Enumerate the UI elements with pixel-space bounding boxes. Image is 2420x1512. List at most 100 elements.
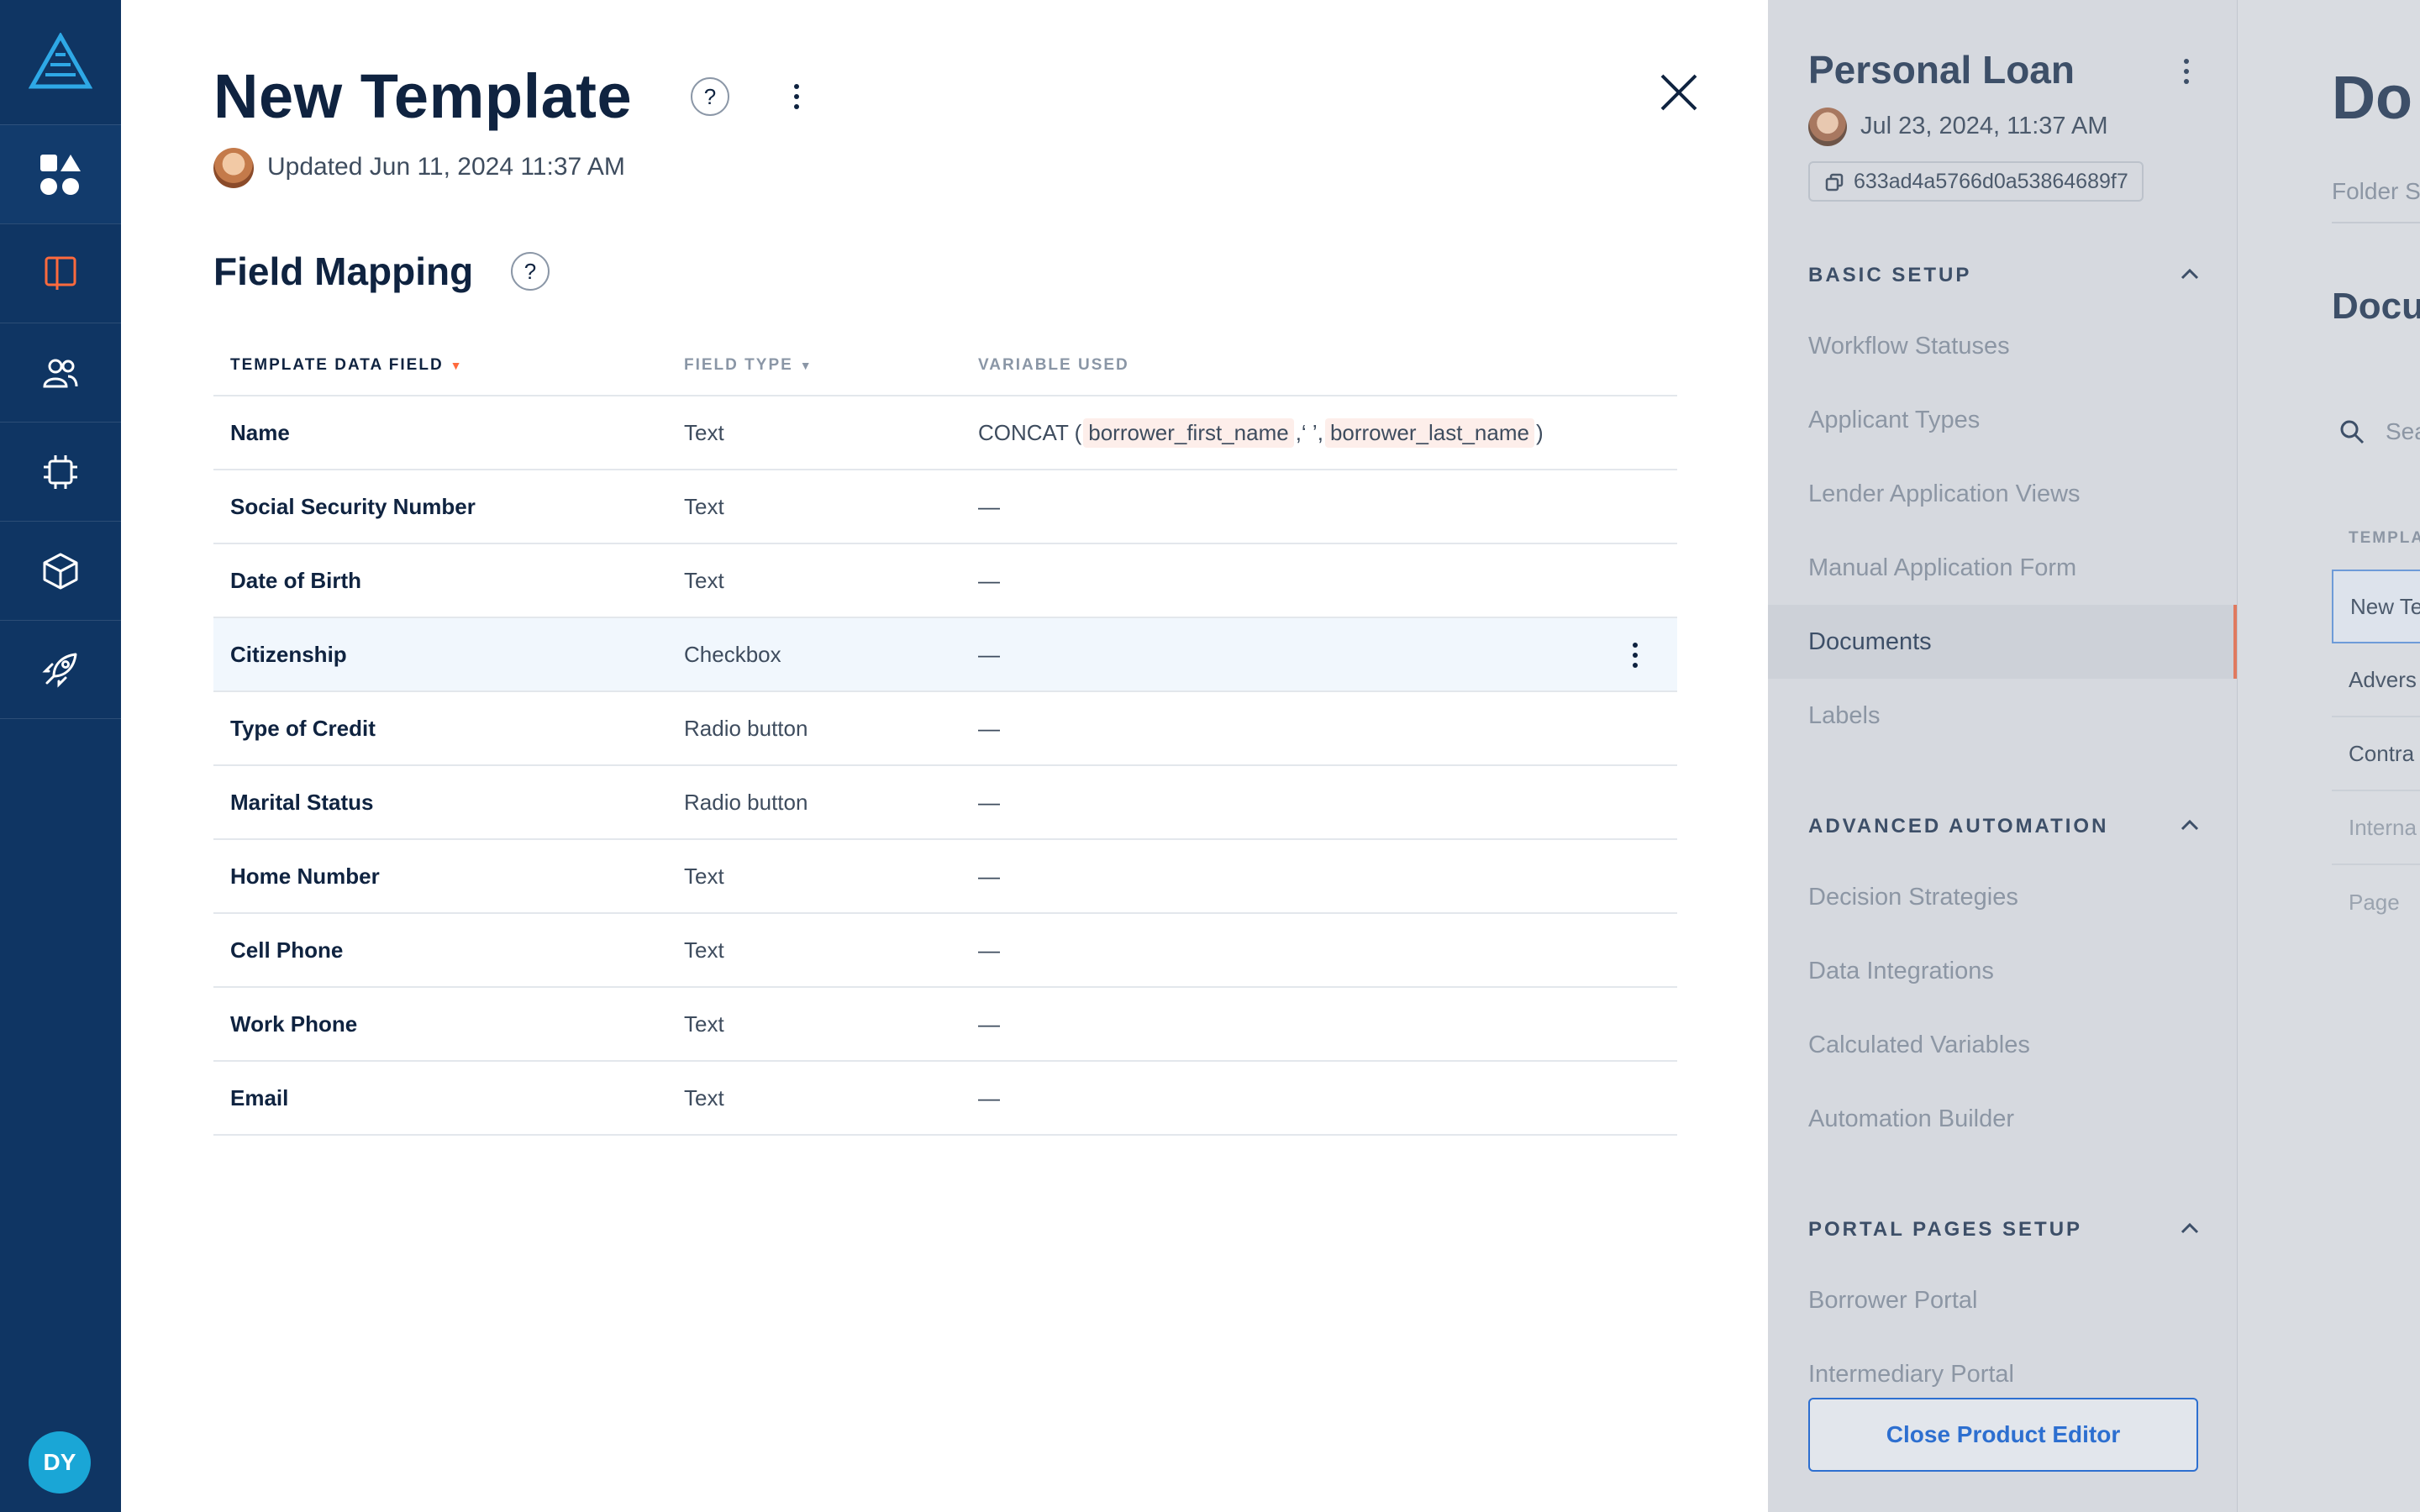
rail-item-launch[interactable] (0, 620, 121, 719)
field-type: Text (684, 419, 724, 445)
table-row[interactable]: Social Security Number Text — (213, 470, 1677, 544)
variable-used: — (978, 1011, 1000, 1037)
column-header-template: TEMPLA (2349, 529, 2420, 547)
template-more-button[interactable] (788, 82, 805, 111)
column-header-variable: VARIABLE USED (978, 356, 1129, 374)
table-row[interactable]: Name Text CONCAT ( borrower_first_name ,… (213, 396, 1677, 470)
field-name: Social Security Number (230, 493, 476, 519)
product-id-chip[interactable]: 633ad4a5766d0a53864689f7 (1808, 161, 2144, 202)
dot-icon (794, 84, 799, 89)
table-row[interactable]: Date of Birth Text — (213, 544, 1677, 618)
field-name: Date of Birth (230, 567, 361, 593)
nav-item-calculated-variables[interactable]: Calculated Variables (1808, 1032, 2030, 1059)
dot-icon (794, 104, 799, 109)
concat-close: ) (1535, 419, 1544, 445)
background-section-title: Docu (2332, 286, 2420, 327)
rail-item-products[interactable] (0, 521, 121, 620)
apps-icon (40, 154, 81, 195)
table-row[interactable]: Cell Phone Text — (213, 914, 1677, 988)
variable-chip: borrower_first_name (1083, 417, 1294, 448)
table-row[interactable]: Work Phone Text — (213, 988, 1677, 1062)
column-header-type[interactable]: FIELD TYPE ▼ (684, 356, 978, 375)
mapping-help-button[interactable]: ? (511, 252, 550, 291)
table-row[interactable]: Home Number Text — (213, 840, 1677, 914)
field-type: Text (684, 863, 724, 889)
field-name: Name (230, 419, 290, 445)
table-header: TEMPLATE DATA FIELD ▼ FIELD TYPE ▼ VARIABL… (213, 336, 1677, 396)
product-title: Personal Loan (1808, 48, 2075, 92)
dot-icon (794, 94, 799, 99)
sort-icon: ▼ (799, 359, 813, 372)
nav-item-workflow-statuses[interactable]: Workflow Statuses (1808, 333, 2010, 360)
rail-item-templates[interactable] (0, 223, 121, 323)
table-row[interactable]: Citizenship Checkbox — (213, 618, 1677, 692)
updated-timestamp: Updated Jun 11, 2024 11:37 AM (267, 153, 625, 181)
row-more-button[interactable] (1627, 641, 1644, 669)
search-icon (2340, 420, 2365, 444)
chevron-up-icon[interactable] (2180, 1221, 2200, 1235)
field-name: Citizenship (230, 641, 347, 667)
list-item[interactable]: New Te (2332, 570, 2420, 643)
background-page-title: Do (2332, 65, 2412, 132)
nav-item-borrower-portal[interactable]: Borrower Portal (1808, 1287, 1977, 1315)
rail-item-apps[interactable] (0, 124, 121, 223)
divider (2332, 222, 2420, 223)
table-row[interactable]: Type of Credit Radio button — (213, 692, 1677, 766)
user-avatar[interactable]: DY (29, 1431, 91, 1494)
nav-item-decision-strategies[interactable]: Decision Strategies (1808, 884, 2018, 911)
field-type: Radio button (684, 789, 808, 815)
field-type: Text (684, 493, 724, 519)
nav-item-manual-application-form[interactable]: Manual Application Form (1808, 554, 2076, 582)
product-editor-sidebar: Personal Loan Jul 23, 2024, 11:37 AM 633… (1768, 0, 2237, 1512)
nav-item-automation-builder[interactable]: Automation Builder (1808, 1105, 2014, 1133)
dot-icon (2184, 79, 2189, 84)
product-owner-avatar (1808, 108, 1847, 146)
column-header-field[interactable]: TEMPLATE DATA FIELD ▼ (213, 356, 684, 375)
list-item[interactable]: Page (2332, 865, 2420, 939)
rocket-icon (42, 653, 77, 688)
chevron-up-icon[interactable] (2180, 818, 2200, 832)
variable-used: — (978, 863, 1000, 889)
folder-selector[interactable]: Folder S (2332, 178, 2420, 205)
rail-item-users[interactable] (0, 323, 121, 422)
table-row[interactable]: Email Text — (213, 1062, 1677, 1136)
variable-chip: borrower_last_name (1324, 417, 1534, 448)
field-name: Home Number (230, 863, 380, 889)
logo-icon (29, 33, 92, 89)
close-icon[interactable] (1655, 69, 1702, 116)
rail-item-integrations[interactable] (0, 422, 121, 521)
book-icon (45, 256, 76, 290)
nav-item-labels[interactable]: Labels (1808, 702, 1880, 730)
nav-item-intermediary-portal[interactable]: Intermediary Portal (1808, 1361, 2014, 1389)
search-input[interactable]: Sea (2386, 418, 2420, 445)
close-product-editor-button[interactable]: Close Product Editor (1808, 1398, 2198, 1472)
product-id: 633ad4a5766d0a53864689f7 (1854, 169, 2128, 193)
nav-item-data-integrations[interactable]: Data Integrations (1808, 958, 1994, 985)
nav-item-lender-application-views[interactable]: Lender Application Views (1808, 480, 2081, 508)
chevron-up-icon[interactable] (2180, 267, 2200, 281)
group-header-portal-pages-setup[interactable]: PORTAL PAGES SETUP (1808, 1218, 2082, 1242)
list-item[interactable]: Interna (2332, 791, 2420, 865)
field-name: Work Phone (230, 1011, 358, 1037)
list-item[interactable]: Advers (2332, 643, 2420, 717)
variable-used: — (978, 567, 1000, 593)
page-title: New Template (213, 61, 633, 131)
field-mapping-table: TEMPLATE DATA FIELD ▼ FIELD TYPE ▼ VARIABL… (213, 336, 1677, 1136)
group-header-advanced-automation[interactable]: ADVANCED AUTOMATION (1808, 815, 2108, 838)
users-icon (43, 359, 78, 387)
product-date: Jul 23, 2024, 11:37 AM (1860, 113, 2108, 139)
list-item[interactable]: Contra (2332, 717, 2420, 791)
app-logo[interactable] (0, 0, 121, 124)
nav-item-applicant-types[interactable]: Applicant Types (1808, 407, 1980, 434)
nav-item-documents[interactable]: Documents (1808, 628, 1932, 656)
title-help-button[interactable]: ? (691, 77, 729, 116)
group-header-basic-setup[interactable]: BASIC SETUP (1808, 264, 1971, 287)
table-row[interactable]: Marital Status Radio button — (213, 766, 1677, 840)
template-panel: New Template ? Updated Jun 11, 2024 11:3… (121, 0, 1768, 1512)
product-more-button[interactable] (2178, 57, 2195, 86)
variable-used: — (978, 937, 1000, 963)
dot-icon (1633, 643, 1638, 648)
field-type: Text (684, 1011, 724, 1037)
concat-separator: ,‘ ’, (1295, 419, 1323, 445)
dot-icon (2184, 59, 2189, 64)
